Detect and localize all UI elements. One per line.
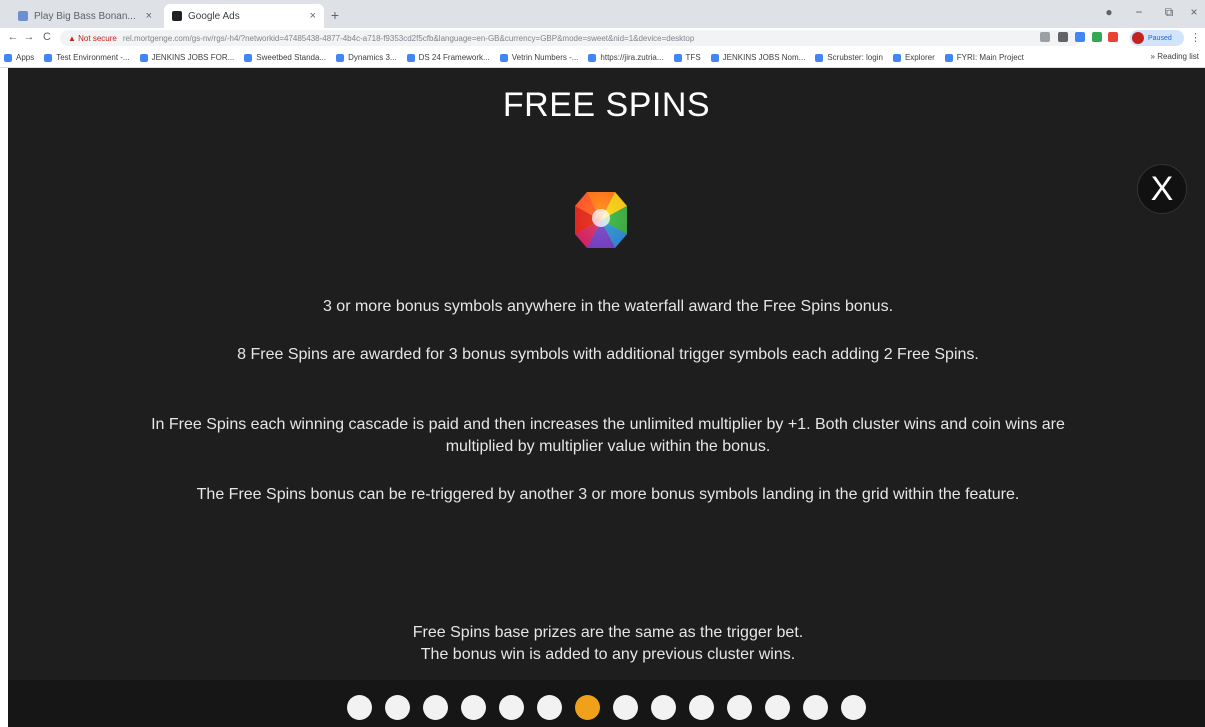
rules-footnote-2: The bonus win is added to any previous c…	[420, 646, 796, 663]
bookmark-item[interactable]: Sweetbed Standa...	[244, 53, 326, 62]
bookmark-label: Sweetbed Standa...	[256, 53, 327, 62]
browser-tabstrip: Play Big Bass Bonan... × Google Ads × + …	[0, 0, 1205, 28]
bookmark-item[interactable]: Dynamics 3...	[336, 53, 397, 62]
bookmark-item[interactable]: Apps	[4, 53, 34, 62]
bookmark-icon	[944, 53, 953, 62]
avatar	[1132, 32, 1144, 44]
new-tab-button[interactable]: +	[326, 6, 344, 24]
pagination-dot[interactable]	[651, 695, 676, 720]
profile-label: Paused	[1148, 34, 1172, 42]
bookmark-icon	[710, 53, 719, 62]
bookmark-label: JENKINS JOBS FOR...	[151, 53, 235, 62]
bookmark-label: https://jira.zutria...	[600, 53, 664, 62]
browser-toolbar: ← → C ▲ Not secure rel.mortgenge.com/gs-…	[0, 28, 1205, 48]
tab-favicon-icon	[172, 11, 182, 21]
bookmark-item[interactable]: JENKINS JOBS FOR...	[139, 53, 235, 62]
bookmark-icon	[499, 53, 508, 62]
tab-label: Google Ads	[188, 10, 240, 22]
bookmark-label: TFS	[685, 53, 701, 62]
bookmark-icon	[588, 53, 597, 62]
rainbow-gem-icon	[575, 192, 627, 248]
page-viewport: FREE SPINS X 3 or more bonus symbols any…	[0, 68, 1205, 727]
bookmark-icon	[336, 53, 345, 62]
pagination-dot[interactable]	[461, 695, 486, 720]
forward-button[interactable]: →	[22, 30, 36, 44]
bookmark-label: Test Environment -...	[56, 53, 130, 62]
rules-footnote-1: Free Spins base prizes are the same as t…	[412, 624, 804, 641]
tab-favicon-icon	[18, 11, 28, 21]
bookmark-label: FYRI: Main Project	[956, 53, 1024, 62]
reading-list-button[interactable]: » Reading list	[1151, 52, 1199, 61]
pagination-dot[interactable]	[499, 695, 524, 720]
pagination-dot[interactable]	[423, 695, 448, 720]
record-indicator-icon: ●	[1105, 5, 1113, 19]
bookmark-icon	[44, 53, 53, 62]
extension-icon[interactable]	[1058, 32, 1068, 42]
pagination-dot[interactable]	[727, 695, 752, 720]
pagination-dot[interactable]	[537, 695, 562, 720]
bookmark-icon	[4, 53, 12, 62]
bookmark-item[interactable]: FYRI: Main Project	[944, 53, 1024, 62]
bookmark-icon	[406, 53, 415, 62]
pagination-dot-active[interactable]	[575, 695, 600, 720]
pagination-dot[interactable]	[765, 695, 790, 720]
bookmark-icon	[139, 53, 148, 62]
bookmark-label: DS 24 Framework...	[418, 53, 490, 62]
pagination-dot[interactable]	[613, 695, 638, 720]
rules-paragraph-3: In Free Spins each winning cascade is pa…	[151, 416, 1065, 455]
bookmark-label: Vetrin Numbers -...	[511, 53, 579, 62]
rules-paragraph-1: 3 or more bonus symbols anywhere in the …	[322, 298, 894, 315]
bookmark-item[interactable]: Vetrin Numbers -...	[499, 53, 579, 62]
game-info-panel: FREE SPINS X 3 or more bonus symbols any…	[8, 68, 1205, 727]
bookmark-item[interactable]: Scrubster: login	[815, 53, 883, 62]
not-secure-badge[interactable]: ▲ Not secure	[68, 34, 117, 43]
bookmark-label: Apps	[16, 53, 35, 62]
bookmark-label: Dynamics 3...	[348, 53, 397, 62]
page-title: FREE SPINS	[502, 86, 711, 124]
bookmark-item[interactable]: Test Environment -...	[44, 53, 130, 62]
extension-icon[interactable]	[1092, 32, 1102, 42]
pagination-dot[interactable]	[385, 695, 410, 720]
bookmark-item[interactable]: https://jira.zutria...	[588, 53, 664, 62]
extension-icon[interactable]	[1075, 32, 1085, 42]
tab-close-icon[interactable]: ×	[310, 10, 316, 22]
pagination-dot[interactable]	[689, 695, 714, 720]
address-bar[interactable]: ▲ Not secure rel.mortgenge.com/gs-nv/rgs…	[60, 30, 1080, 46]
bookmark-icon	[673, 53, 682, 62]
profile-button[interactable]: Paused	[1130, 30, 1184, 46]
close-window-button[interactable]: ×	[1185, 5, 1203, 19]
close-button[interactable]: X	[1137, 164, 1187, 214]
rules-paragraph-2: 8 Free Spins are awarded for 3 bonus sym…	[237, 346, 979, 363]
address-url: rel.mortgenge.com/gs-nv/rgs/-h4/?network…	[122, 33, 695, 43]
extension-icon[interactable]	[1108, 32, 1118, 42]
rules-paragraph-4: The Free Spins bonus can be re-triggered…	[196, 486, 1020, 503]
pagination-dot[interactable]	[803, 695, 828, 720]
bookmark-label: JENKINS JOBS Nom...	[722, 53, 806, 62]
back-button[interactable]: ←	[6, 30, 20, 44]
browser-tab-1[interactable]: Play Big Bass Bonan... ×	[10, 4, 160, 28]
browser-menu-icon[interactable]: ⋮	[1190, 31, 1201, 44]
maximize-button[interactable]: ⧉	[1160, 5, 1178, 20]
bookmark-label: Scrubster: login	[827, 53, 883, 62]
reload-button[interactable]: C	[40, 30, 54, 44]
minimize-button[interactable]: −	[1130, 5, 1148, 19]
bookmark-icon	[892, 53, 901, 62]
bookmark-item[interactable]: TFS	[673, 53, 701, 62]
bookmark-icon	[244, 53, 253, 62]
bookmark-item[interactable]: Explorer	[892, 53, 935, 62]
bookmark-item[interactable]: DS 24 Framework...	[406, 53, 490, 62]
browser-tab-2[interactable]: Google Ads ×	[164, 4, 324, 28]
pagination-dots	[8, 695, 1205, 720]
pagination-bar	[8, 680, 1205, 727]
extension-icon[interactable]	[1040, 32, 1050, 42]
bookmark-item[interactable]: JENKINS JOBS Nom...	[710, 53, 806, 62]
bookmark-label: Explorer	[904, 53, 935, 62]
tab-label: Play Big Bass Bonan...	[34, 10, 136, 22]
bookmarks-bar: Apps Test Environment -... JENKINS JOBS …	[0, 48, 1205, 68]
pagination-dot[interactable]	[347, 695, 372, 720]
pagination-dot[interactable]	[841, 695, 866, 720]
bookmark-icon	[815, 53, 824, 62]
tab-close-icon[interactable]: ×	[146, 10, 152, 22]
